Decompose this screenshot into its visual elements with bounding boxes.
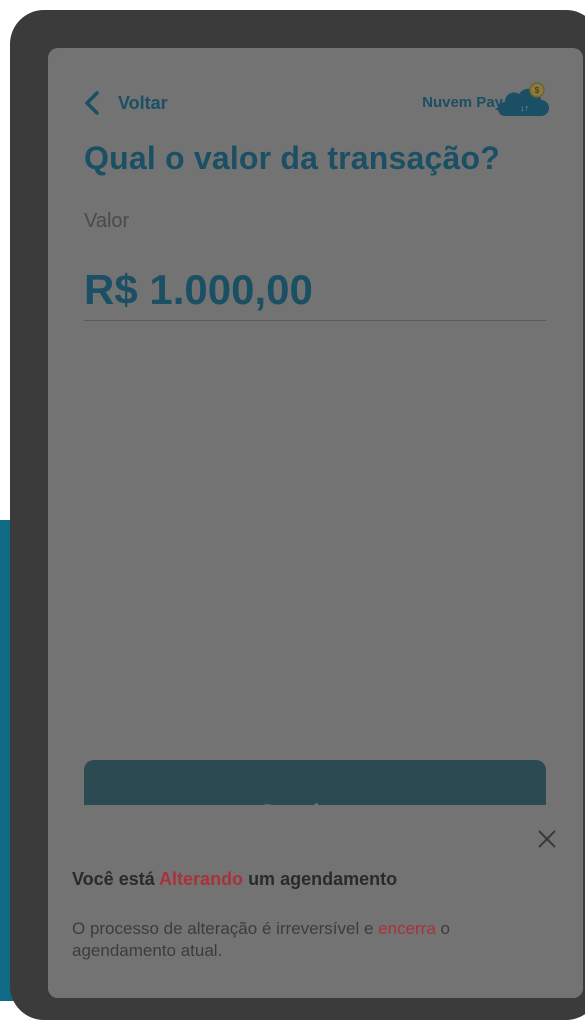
notice-body-prefix: O processo de alteração é irreversível e	[72, 919, 379, 938]
page-title: Qual o valor da transação?	[84, 140, 500, 176]
notice-sheet: Você está Alterando um agendamento O pro…	[48, 805, 583, 998]
notice-title: Você está Alterando um agendamento	[72, 869, 397, 890]
svg-text:↓↑: ↓↑	[520, 103, 529, 113]
back-label: Voltar	[118, 92, 168, 113]
cloud-coin-logo: $ ↓↑	[498, 82, 549, 116]
amount-label: Valor	[84, 210, 130, 232]
notice-body-highlight: encerra	[378, 919, 436, 938]
notice-title-prefix: Você está	[72, 869, 160, 889]
brand-name: Nuvem Pay	[422, 94, 503, 111]
close-icon[interactable]	[535, 827, 559, 851]
notice-body: O processo de alteração é irreversível e…	[72, 918, 542, 962]
notice-title-suffix: um agendamento	[243, 869, 398, 889]
back-button[interactable]: Voltar	[84, 88, 168, 118]
phone-frame: Voltar Nuvem Pay $ ↓↑ Qual o valor da tr…	[10, 10, 585, 1020]
app-header: Voltar Nuvem Pay $ ↓↑	[48, 82, 583, 118]
svg-text:$: $	[535, 86, 540, 95]
app-screen: Voltar Nuvem Pay $ ↓↑ Qual o valor da tr…	[48, 48, 583, 998]
amount-input[interactable]	[84, 260, 546, 321]
notice-title-highlight: Alterando	[159, 869, 244, 889]
chevron-left-icon	[85, 91, 99, 115]
